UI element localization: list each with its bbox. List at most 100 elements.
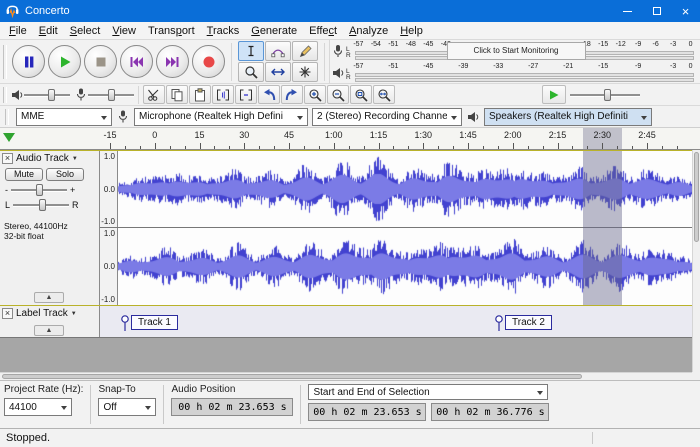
vertical-scale[interactable]: 1.0 0.0 -1.0: [100, 151, 118, 227]
track-close-button[interactable]: ×: [2, 153, 13, 164]
solo-button[interactable]: Solo: [46, 168, 84, 181]
close-button[interactable]: ×: [671, 0, 700, 22]
toolbar-grip[interactable]: [3, 87, 7, 103]
cut-button[interactable]: [143, 85, 165, 104]
playback-meter[interactable]: L R -57-51-45-39-33-27-21-15-9-30: [329, 62, 700, 84]
selection-mode-select[interactable]: Start and End of Selection: [308, 384, 548, 400]
recording-device-select[interactable]: Microphone (Realtek High Defini: [134, 108, 308, 126]
snap-to-select[interactable]: Off: [98, 398, 156, 416]
ruler-tick: [244, 143, 245, 149]
project-rate-select[interactable]: 44100: [4, 398, 72, 416]
play-button[interactable]: [48, 45, 81, 78]
menu-select[interactable]: Select: [64, 23, 107, 39]
skip-to-end-button[interactable]: [156, 45, 189, 78]
track-menu-arrow-icon[interactable]: ▼: [71, 311, 77, 317]
track-title[interactable]: Label Track: [16, 308, 68, 319]
time-shift-tool-button[interactable]: [265, 62, 291, 82]
track-close-button[interactable]: ×: [2, 308, 13, 319]
recording-meter[interactable]: L R -57-54-51-48-45-42-18-15-12-9-6-30 C…: [329, 40, 700, 62]
toolbar-separator: [163, 385, 164, 424]
envelope-tool-button[interactable]: [265, 41, 291, 61]
menu-generate[interactable]: Generate: [245, 23, 303, 39]
zoom-in-button[interactable]: [304, 85, 326, 104]
undo-button[interactable]: [258, 85, 280, 104]
toolbar-separator: [90, 385, 91, 424]
track-collapse-button[interactable]: ▲: [34, 292, 64, 303]
vertical-scale[interactable]: 1.0 0.0 -1.0: [100, 228, 118, 305]
title-bar[interactable]: Concerto ×: [0, 0, 700, 22]
ruler-tick: [558, 143, 559, 149]
mute-button[interactable]: Mute: [5, 168, 43, 181]
skip-to-start-button[interactable]: [120, 45, 153, 78]
selection-end-field[interactable]: 00 h 02 m 36.776 s: [431, 403, 549, 421]
menu-file[interactable]: File: [3, 23, 33, 39]
label-text[interactable]: Track 2: [505, 315, 552, 330]
audio-host-select[interactable]: MME: [16, 108, 112, 126]
selection-tool-button[interactable]: [238, 41, 264, 61]
track-title[interactable]: Audio Track: [16, 153, 69, 164]
label-pin-icon: [120, 311, 131, 333]
monitor-message[interactable]: Click to Start Monitoring: [447, 42, 586, 60]
audacity-window: Concerto × FileEditSelectViewTransportTr…: [0, 0, 700, 447]
paste-button[interactable]: [189, 85, 211, 104]
toolbar-grip[interactable]: [5, 109, 9, 125]
fit-project-button[interactable]: [373, 85, 395, 104]
menu-effect[interactable]: Effect: [303, 23, 343, 39]
label-text[interactable]: Track 1: [131, 315, 178, 330]
zoom-out-button[interactable]: [327, 85, 349, 104]
pan-slider[interactable]: L R: [0, 196, 99, 211]
record-icon: [202, 55, 216, 69]
label-track-panel: × Label Track ▼ ▲: [0, 306, 100, 337]
meter-scale-label: -27: [528, 63, 538, 70]
selection-start-field[interactable]: 00 h 02 m 23.653 s: [308, 403, 426, 421]
timeline-ruler[interactable]: -1501530451:001:151:301:452:002:152:302:…: [0, 128, 700, 150]
multi-tool-button[interactable]: [292, 62, 318, 82]
menu-tracks[interactable]: Tracks: [201, 23, 246, 39]
track-collapse-button[interactable]: ▲: [34, 325, 64, 336]
record-button[interactable]: [192, 45, 225, 78]
label-item[interactable]: Track 1: [120, 311, 178, 333]
horizontal-scrollbar[interactable]: [0, 372, 692, 380]
play-at-speed-button[interactable]: [542, 85, 566, 104]
play-at-speed-icon: [548, 89, 560, 101]
label-track-area[interactable]: Track 1 Track 2: [100, 306, 692, 337]
zoom-tool-button[interactable]: [238, 62, 264, 82]
ruler-tick-label: 1:15: [370, 130, 388, 140]
device-toolbar: MME Microphone (Realtek High Defini 2 (S…: [0, 106, 700, 128]
output-volume-slider[interactable]: [24, 88, 70, 102]
menu-analyze[interactable]: Analyze: [343, 23, 394, 39]
redo-button[interactable]: [281, 85, 303, 104]
selection-highlight: [583, 151, 622, 305]
ruler-tick: [140, 146, 141, 149]
draw-tool-button[interactable]: [292, 41, 318, 61]
gain-slider[interactable]: - +: [0, 181, 99, 196]
silence-audio-button[interactable]: [235, 85, 257, 104]
trim-audio-button[interactable]: [212, 85, 234, 104]
horizontal-scrollbar-thumb[interactable]: [2, 374, 582, 379]
label-item[interactable]: Track 2: [494, 311, 552, 333]
play-speed-slider[interactable]: [570, 88, 640, 102]
scrollbar-corner: [692, 372, 700, 380]
minimize-button[interactable]: [613, 0, 642, 22]
menu-help[interactable]: Help: [394, 23, 429, 39]
input-volume-slider[interactable]: [88, 88, 134, 102]
playback-device-select[interactable]: Speakers (Realtek High Definiti: [484, 108, 652, 126]
ruler-tick: [677, 146, 678, 149]
track-menu-arrow-icon[interactable]: ▼: [72, 156, 78, 162]
copy-button[interactable]: [166, 85, 188, 104]
toolbar-grip[interactable]: [3, 45, 7, 79]
menu-edit[interactable]: Edit: [33, 23, 64, 39]
audio-position-field[interactable]: 00 h 02 m 23.653 s: [171, 398, 293, 416]
maximize-button[interactable]: [642, 0, 671, 22]
menu-transport[interactable]: Transport: [142, 23, 201, 39]
project-rate-label: Project Rate (Hz):: [4, 384, 83, 395]
stop-button[interactable]: [84, 45, 117, 78]
recording-channels-select[interactable]: 2 (Stereo) Recording Channels: [312, 108, 462, 126]
menu-view[interactable]: View: [106, 23, 142, 39]
fit-selection-button[interactable]: [350, 85, 372, 104]
vertical-scrollbar[interactable]: [692, 150, 700, 372]
pause-button[interactable]: [12, 45, 45, 78]
toolbar-separator: [324, 43, 325, 81]
meter-channel-label: R: [346, 75, 355, 82]
vertical-scrollbar-thumb[interactable]: [694, 152, 699, 242]
